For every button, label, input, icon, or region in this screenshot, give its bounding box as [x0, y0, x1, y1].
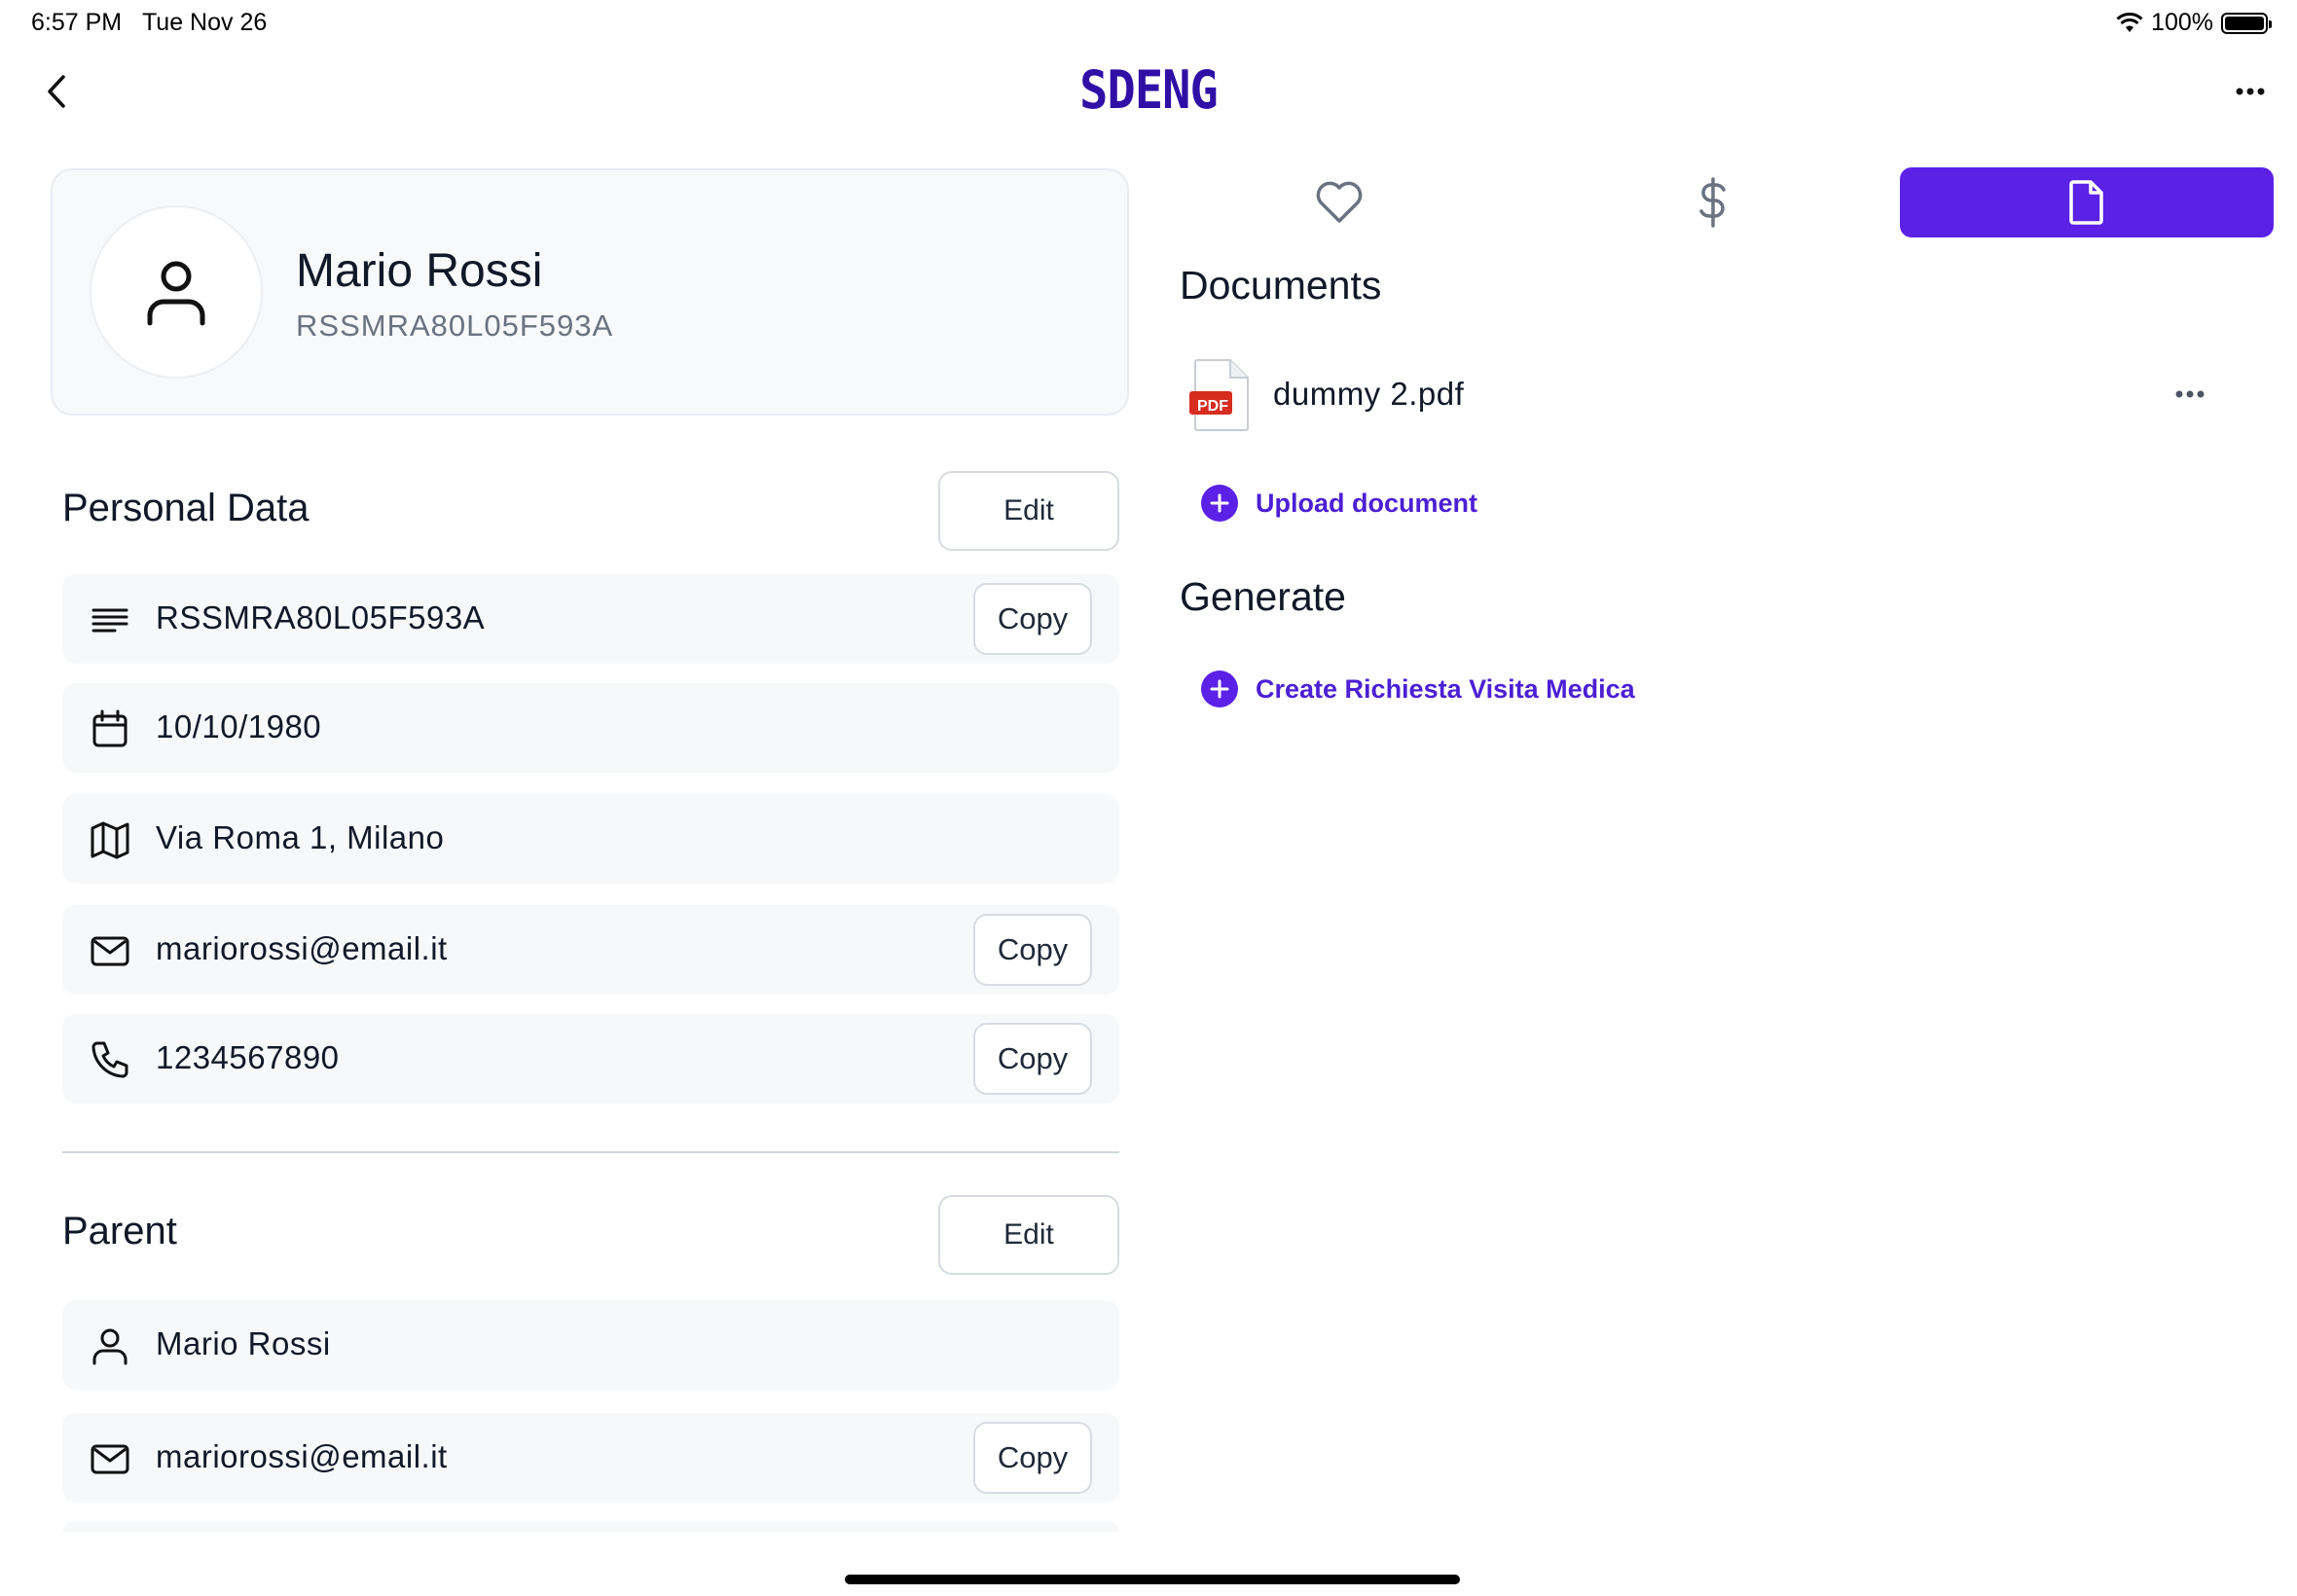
user-icon	[90, 1325, 130, 1366]
pdf-file-icon	[1187, 358, 1252, 432]
calendar-icon	[90, 708, 130, 749]
plus-icon	[1201, 671, 1238, 707]
personal-data-edit-button[interactable]: Edit	[938, 471, 1119, 551]
section-divider	[62, 1151, 1119, 1153]
mail-icon	[90, 1438, 130, 1479]
parent-email-value: mariorossi@email.it	[156, 1438, 448, 1474]
info-row-parent-email: mariorossi@email.it Copy	[62, 1413, 1119, 1503]
battery-icon	[2221, 12, 2272, 34]
parent-title: Parent	[62, 1210, 177, 1252]
document-more-button[interactable]	[2169, 380, 2211, 409]
mail-icon	[90, 930, 130, 971]
upload-document-label: Upload document	[1256, 488, 1477, 518]
user-icon	[144, 257, 208, 327]
avatar	[90, 205, 263, 379]
more-button[interactable]	[2231, 76, 2270, 107]
text-lines-icon	[90, 599, 130, 640]
document-item[interactable]: PDF dummy 2.pdf	[1180, 350, 2211, 438]
ellipsis-icon	[2236, 88, 2265, 95]
tax-code-value: RSSMRA80L05F593A	[156, 599, 486, 635]
generate-title: Generate	[1180, 574, 1346, 619]
pdf-badge-label: PDF	[1197, 398, 1228, 415]
map-icon	[90, 819, 130, 860]
profile-name: Mario Rossi	[296, 245, 543, 297]
tab-documents[interactable]	[1900, 167, 2274, 237]
info-row-tax-code: RSSMRA80L05F593A Copy	[62, 574, 1119, 664]
info-row-parent-name: Mario Rossi	[62, 1300, 1119, 1390]
ellipsis-icon	[2175, 390, 2205, 398]
phone-icon	[90, 1039, 130, 1080]
copy-phone-button[interactable]: Copy	[973, 1023, 1092, 1095]
copy-email-button[interactable]: Copy	[973, 914, 1092, 986]
create-richiesta-label: Create Richiesta Visita Medica	[1256, 673, 1635, 704]
info-row-phone: 1234567890 Copy	[62, 1014, 1119, 1104]
phone-value: 1234567890	[156, 1039, 340, 1075]
wifi-icon	[2116, 12, 2143, 34]
birthdate-value: 10/10/1980	[156, 708, 322, 744]
heart-icon	[1315, 181, 1364, 224]
battery-percent: 100%	[2151, 9, 2213, 36]
info-row-partial	[62, 1522, 1119, 1532]
status-time: 6:57 PM Tue Nov 26	[31, 9, 268, 36]
info-row-email: mariorossi@email.it Copy	[62, 905, 1119, 995]
home-indicator	[845, 1575, 1460, 1584]
status-bar: 6:57 PM Tue Nov 26 100%	[0, 0, 2297, 49]
info-row-address: Via Roma 1, Milano	[62, 794, 1119, 884]
back-button[interactable]	[37, 70, 76, 113]
plus-icon	[1201, 485, 1238, 522]
document-icon	[2067, 179, 2106, 226]
tab-health[interactable]	[1152, 167, 1526, 237]
tab-payments[interactable]	[1526, 167, 1900, 237]
app-logo: SDENG	[1079, 58, 1219, 121]
info-row-birthdate: 10/10/1980	[62, 683, 1119, 773]
email-value: mariorossi@email.it	[156, 930, 448, 966]
upload-document-button[interactable]: Upload document	[1201, 482, 1477, 525]
documents-title: Documents	[1180, 263, 1382, 308]
address-value: Via Roma 1, Milano	[156, 819, 445, 855]
profile-code: RSSMRA80L05F593A	[296, 308, 614, 343]
parent-edit-button[interactable]: Edit	[938, 1195, 1119, 1275]
create-richiesta-button[interactable]: Create Richiesta Visita Medica	[1201, 668, 1635, 710]
parent-name-value: Mario Rossi	[156, 1325, 331, 1361]
chevron-left-icon	[46, 74, 67, 109]
dollar-icon	[1696, 177, 1730, 228]
status-indicators: 100%	[2116, 9, 2272, 37]
document-name: dummy 2.pdf	[1273, 376, 1465, 412]
copy-tax-code-button[interactable]: Copy	[973, 583, 1092, 655]
profile-card: Mario Rossi RSSMRA80L05F593A	[51, 168, 1129, 416]
personal-data-title: Personal Data	[62, 487, 310, 529]
copy-parent-email-button[interactable]: Copy	[973, 1422, 1092, 1494]
